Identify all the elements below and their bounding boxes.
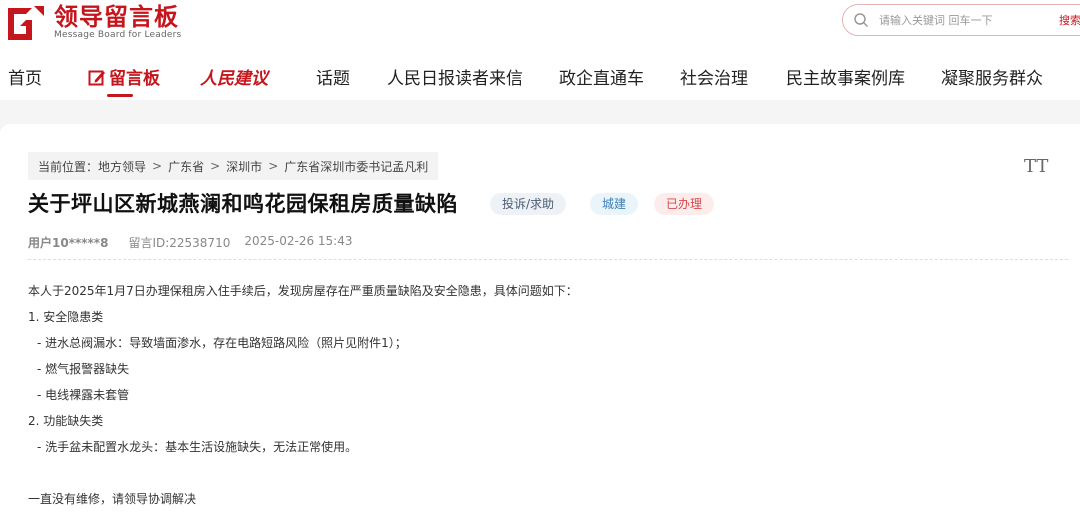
- search-button[interactable]: 搜索: [1059, 12, 1080, 28]
- search-box: 搜索: [842, 4, 1080, 36]
- body-line: 2. 功能缺失类: [28, 414, 104, 428]
- nav-home[interactable]: 首页: [8, 64, 42, 89]
- status-badge: 已办理: [654, 193, 715, 215]
- message-id: 留言ID:22538710: [128, 236, 231, 250]
- site-header: 领导留言板 Message Board for Leaders 搜索 首页 留言…: [0, 0, 1080, 100]
- site-logo[interactable]: 领导留言板 Message Board for Leaders: [6, 2, 181, 42]
- post-datetime: 2025-02-26 15:43: [244, 234, 353, 248]
- nav-message-board[interactable]: 留言板: [88, 64, 160, 89]
- content-card: [0, 124, 1080, 520]
- main-nav: 首页 留言板 人民建议 话题 人民日报读者来信 政企直通车 社会治理 民主故事案…: [0, 56, 1080, 96]
- nav-message-board-label: 留言板: [109, 69, 160, 89]
- body-line: - 洗手盆未配置水龙头：基本生活设施缺失，无法正常使用。: [37, 440, 358, 454]
- divider: [28, 259, 1068, 260]
- breadcrumb-prefix: 当前位置：: [38, 159, 99, 174]
- body-line: - 燃气报警器缺失: [37, 362, 130, 376]
- logo-mark-icon: [6, 4, 46, 40]
- nav-topics[interactable]: 话题: [316, 64, 350, 89]
- font-size-toggle[interactable]: TT: [1024, 156, 1048, 177]
- domain-tag: 城建: [590, 193, 639, 215]
- breadcrumb-item[interactable]: 广东省深圳市委书记孟凡利: [284, 158, 428, 175]
- body-line: 一直没有维修，请领导协调解决: [28, 492, 197, 506]
- breadcrumb-item[interactable]: 地方领导: [98, 158, 146, 175]
- body-line: 本人于2025年1月7日办理保租房入住手续后，发现房屋存在严重质量缺陷及安全隐患…: [28, 284, 578, 298]
- logo-subtitle: Message Board for Leaders: [54, 29, 182, 40]
- breadcrumb-item[interactable]: 深圳市: [226, 158, 262, 175]
- breadcrumb-separator: >: [152, 159, 163, 173]
- message-board-icon: [88, 70, 105, 85]
- nav-serve-masses[interactable]: 凝聚服务群众: [941, 64, 1043, 89]
- nav-social-governance[interactable]: 社会治理: [680, 64, 748, 89]
- nav-gov-enterprise[interactable]: 政企直通车: [559, 64, 644, 89]
- logo-title: 领导留言板: [54, 2, 179, 31]
- search-input[interactable]: [879, 13, 1039, 27]
- breadcrumb-separator: >: [210, 159, 221, 173]
- body-line: 1. 安全隐患类: [28, 310, 104, 324]
- breadcrumb-separator: >: [268, 159, 279, 173]
- body-line: - 电线裸露未套管: [37, 388, 130, 402]
- breadcrumb: 当前位置： 地方领导 > 广东省 > 深圳市 > 广东省深圳市委书记孟凡利: [28, 152, 439, 180]
- search-icon[interactable]: [853, 12, 869, 28]
- nav-active-indicator: [107, 94, 133, 97]
- nav-readers-letters[interactable]: 人民日报读者来信: [387, 64, 523, 89]
- breadcrumb-item[interactable]: 广东省: [168, 158, 204, 175]
- post-title: 关于坪山区新城燕澜和鸣花园保租房质量缺陷: [28, 192, 458, 216]
- nav-people-suggestion[interactable]: 人民建议: [200, 64, 268, 89]
- post-author: 用户10*****8: [28, 236, 109, 250]
- post-meta: 用户10*****8 留言ID:22538710 2025-02-26 15:4…: [28, 234, 352, 251]
- body-line: - 进水总阀漏水：导致墙面渗水，存在电路短路风险（照片见附件1）；: [37, 336, 407, 350]
- nav-democracy-stories[interactable]: 民主故事案例库: [786, 64, 905, 89]
- category-tag: 投诉/求助: [490, 193, 567, 215]
